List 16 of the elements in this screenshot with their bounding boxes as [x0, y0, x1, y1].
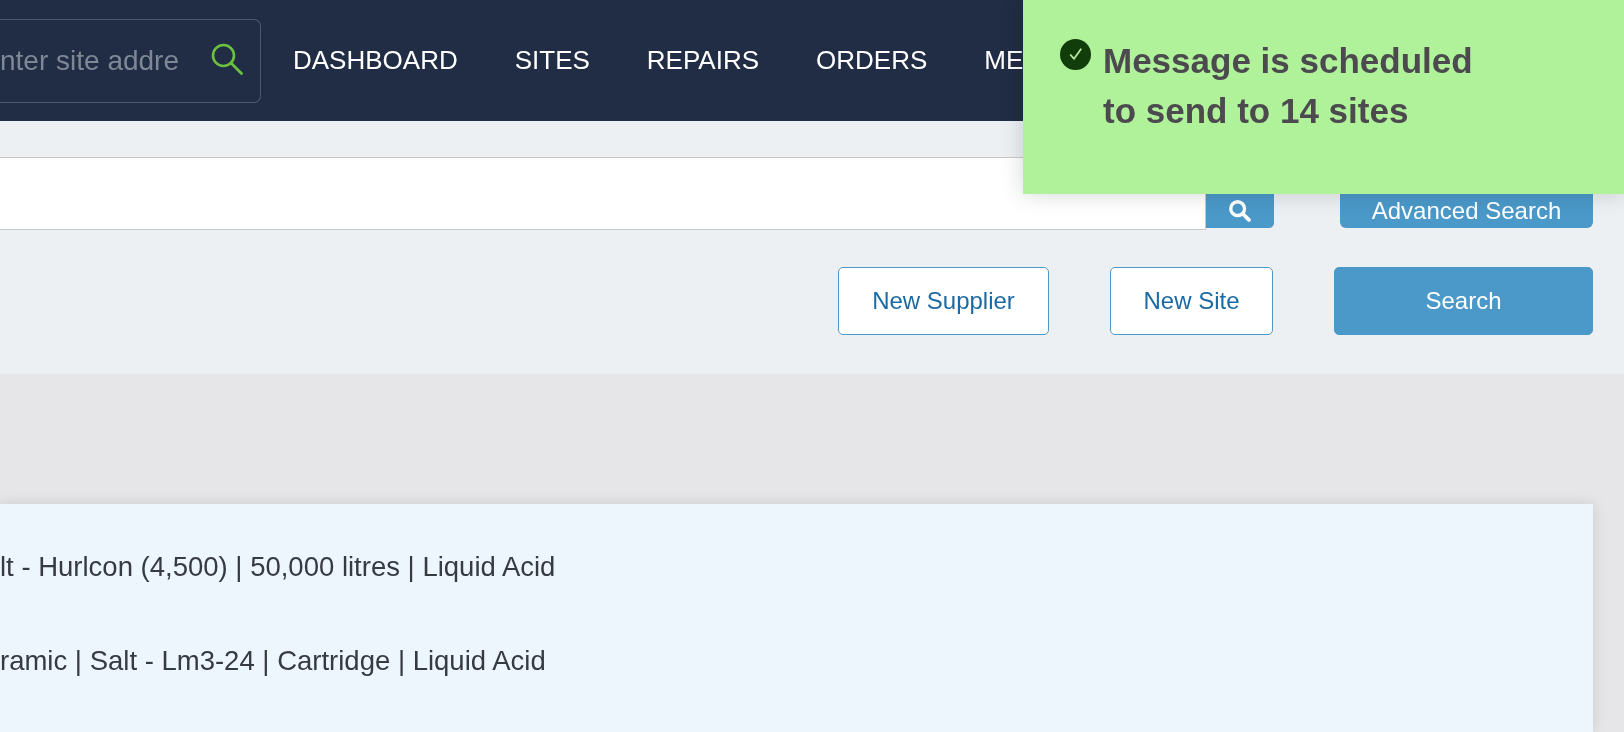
- nav-link[interactable]: REPAIRS: [646, 45, 760, 76]
- result-item[interactable]: lt - Hurlcon (4,500) | 50,000 litres | Liquid Acid: [0, 520, 556, 614]
- search-icon: [1229, 200, 1251, 222]
- nav-link[interactable]: ME: [984, 45, 1024, 76]
- toast-message: Message is scheduled to send to 14 sites: [1103, 40, 1474, 132]
- action-button[interactable]: New Site: [1110, 267, 1273, 335]
- check-icon: [1060, 39, 1091, 70]
- search-submit-button[interactable]: [1206, 194, 1274, 228]
- nav-link[interactable]: SITES: [514, 45, 590, 76]
- search-field[interactable]: [0, 157, 1206, 230]
- search-icon[interactable]: [211, 42, 243, 75]
- result-item[interactable]: ramic | Salt - Lm3-24 | Cartridge | Liquid Acid: [0, 614, 546, 708]
- nav-link[interactable]: DASHBOARD: [293, 45, 458, 76]
- action-button[interactable]: New Supplier: [838, 267, 1049, 335]
- site-search-field[interactable]: nter site addre: [0, 18, 261, 103]
- nav-link[interactable]: ORDERS: [816, 45, 928, 76]
